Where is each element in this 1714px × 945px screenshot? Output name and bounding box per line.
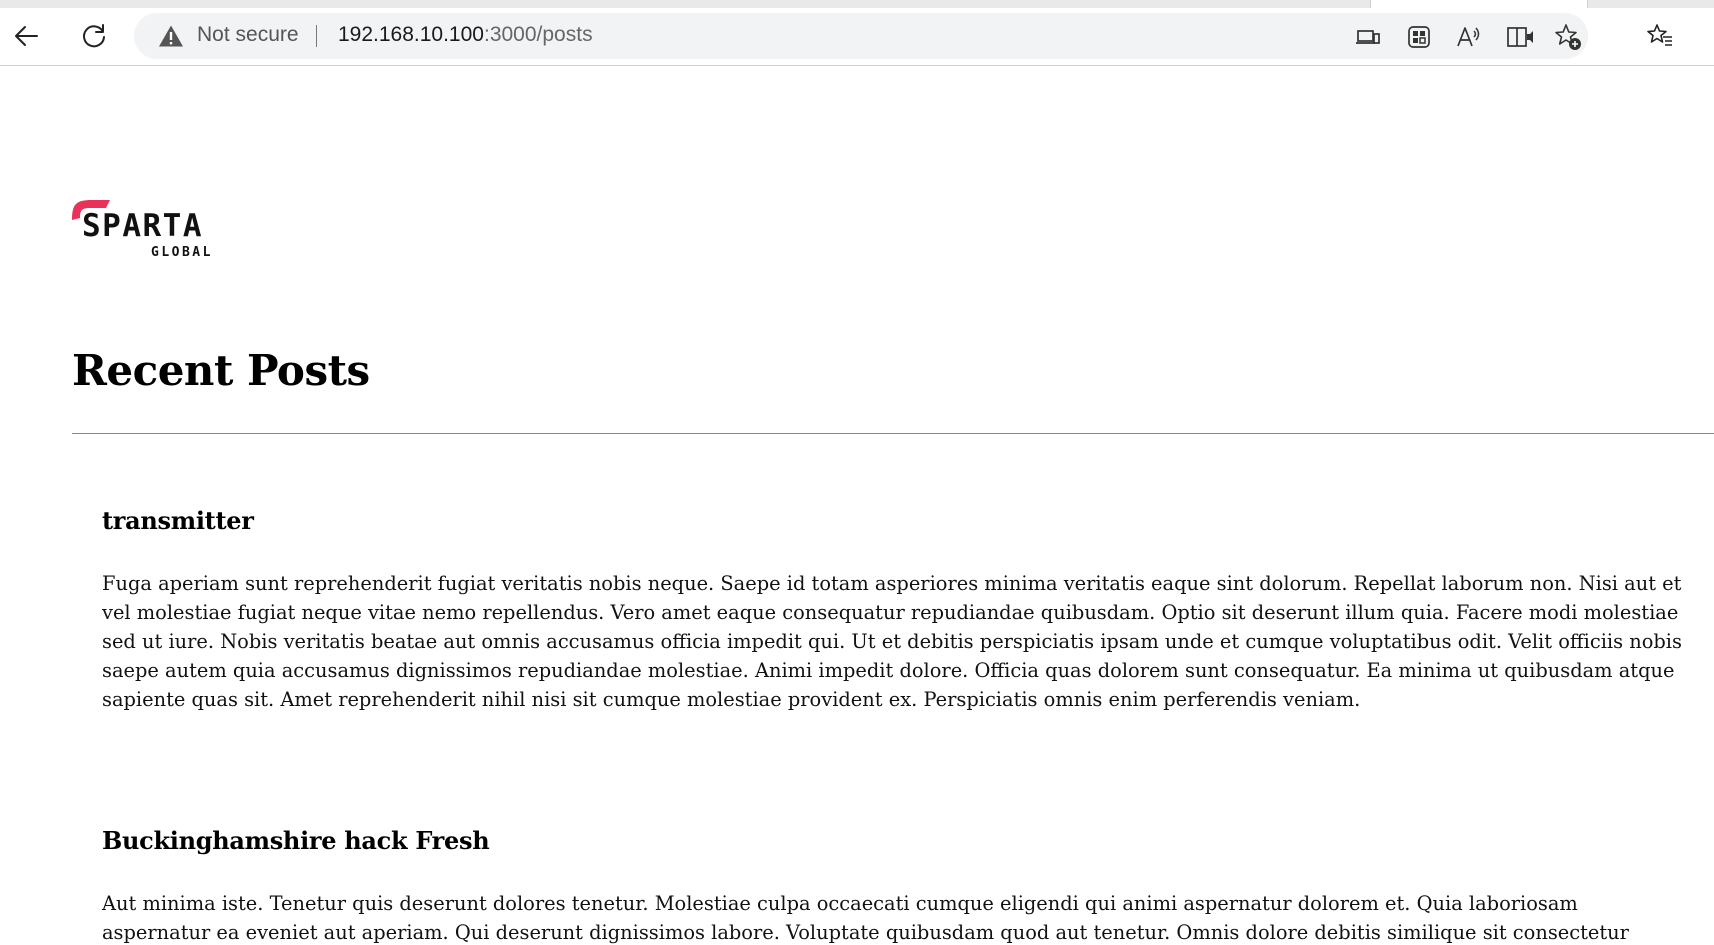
read-aloud-icon	[1457, 27, 1480, 47]
logo-text-main: SPARTA	[82, 208, 203, 244]
immersive-reader-button[interactable]	[1506, 23, 1534, 51]
favorites-button[interactable]	[1642, 18, 1678, 54]
address-divider	[316, 25, 317, 47]
reload-icon	[83, 24, 105, 48]
sparta-global-logo[interactable]: SPARTA GLOBAL	[70, 198, 230, 260]
url-path: :3000/posts	[483, 23, 593, 46]
browser-toolbar: Not secure 192.168.10.100:3000/posts	[0, 8, 1714, 66]
add-favorite-icon	[1555, 24, 1581, 50]
logo-text-sub: GLOBAL	[151, 245, 213, 260]
back-arrow-icon	[15, 26, 38, 46]
app-available-icon	[1356, 30, 1380, 44]
tab-strip	[0, 0, 1714, 8]
extensions-grid-icon	[1408, 26, 1430, 48]
add-favorite-button[interactable]	[1554, 23, 1582, 51]
url-text[interactable]: 192.168.10.100:3000/posts	[338, 23, 593, 47]
extensions-button[interactable]	[1405, 23, 1433, 51]
page-title: Recent Posts	[72, 346, 370, 395]
reload-button[interactable]	[76, 18, 112, 54]
post-item: Buckinghamshire hack Fresh Aut minima is…	[102, 826, 1692, 945]
post-title: Buckinghamshire hack Fresh	[102, 826, 490, 855]
read-aloud-button[interactable]	[1455, 23, 1483, 51]
active-tab-edge[interactable]	[1370, 0, 1588, 8]
address-bar[interactable]: Not secure 192.168.10.100:3000/posts	[134, 13, 1588, 59]
post-title: transmitter	[102, 506, 254, 535]
warning-triangle-icon[interactable]	[158, 24, 184, 48]
security-label[interactable]: Not secure	[197, 23, 299, 47]
app-available-button[interactable]	[1354, 23, 1382, 51]
post-body: Fuga aperiam sunt reprehenderit fugiat v…	[102, 572, 1682, 711]
favorites-list-icon	[1647, 24, 1672, 46]
post-item: transmitter Fuga aperiam sunt reprehende…	[102, 506, 1692, 714]
url-host: 192.168.10.100	[338, 23, 484, 46]
title-divider	[72, 433, 1714, 434]
post-body: Aut minima iste. Tenetur quis deserunt d…	[102, 892, 1629, 944]
immersive-reader-icon	[1507, 27, 1533, 47]
back-button[interactable]	[8, 18, 44, 54]
